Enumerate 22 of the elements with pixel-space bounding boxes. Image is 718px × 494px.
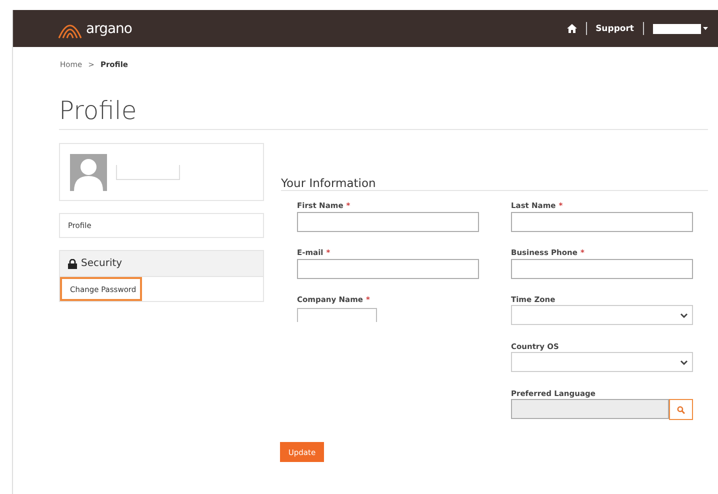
text-field[interactable] — [297, 258, 479, 278]
support-link[interactable]: Support — [596, 24, 634, 34]
text-field[interactable] — [297, 212, 479, 232]
page-title: Profile — [59, 96, 138, 127]
text-field[interactable] — [297, 308, 377, 322]
user-menu[interactable] — [653, 24, 708, 34]
search-icon — [677, 406, 685, 414]
text-field[interactable] — [511, 258, 693, 278]
search-button[interactable] — [669, 399, 693, 420]
chevron-down-icon — [680, 360, 688, 364]
select-field[interactable] — [511, 352, 693, 372]
logo-text: argano — [86, 20, 132, 36]
section-title: Security — [81, 258, 122, 269]
section-title: Your Information — [281, 176, 708, 191]
home-icon[interactable] — [566, 24, 577, 33]
chevron-down-icon — [680, 312, 688, 318]
avatar-icon — [70, 154, 107, 190]
name-placeholder — [116, 164, 180, 180]
text-field[interactable] — [511, 212, 693, 232]
lock-icon — [68, 258, 77, 268]
caret-icon — [703, 27, 708, 30]
select-field[interactable] — [511, 305, 693, 325]
